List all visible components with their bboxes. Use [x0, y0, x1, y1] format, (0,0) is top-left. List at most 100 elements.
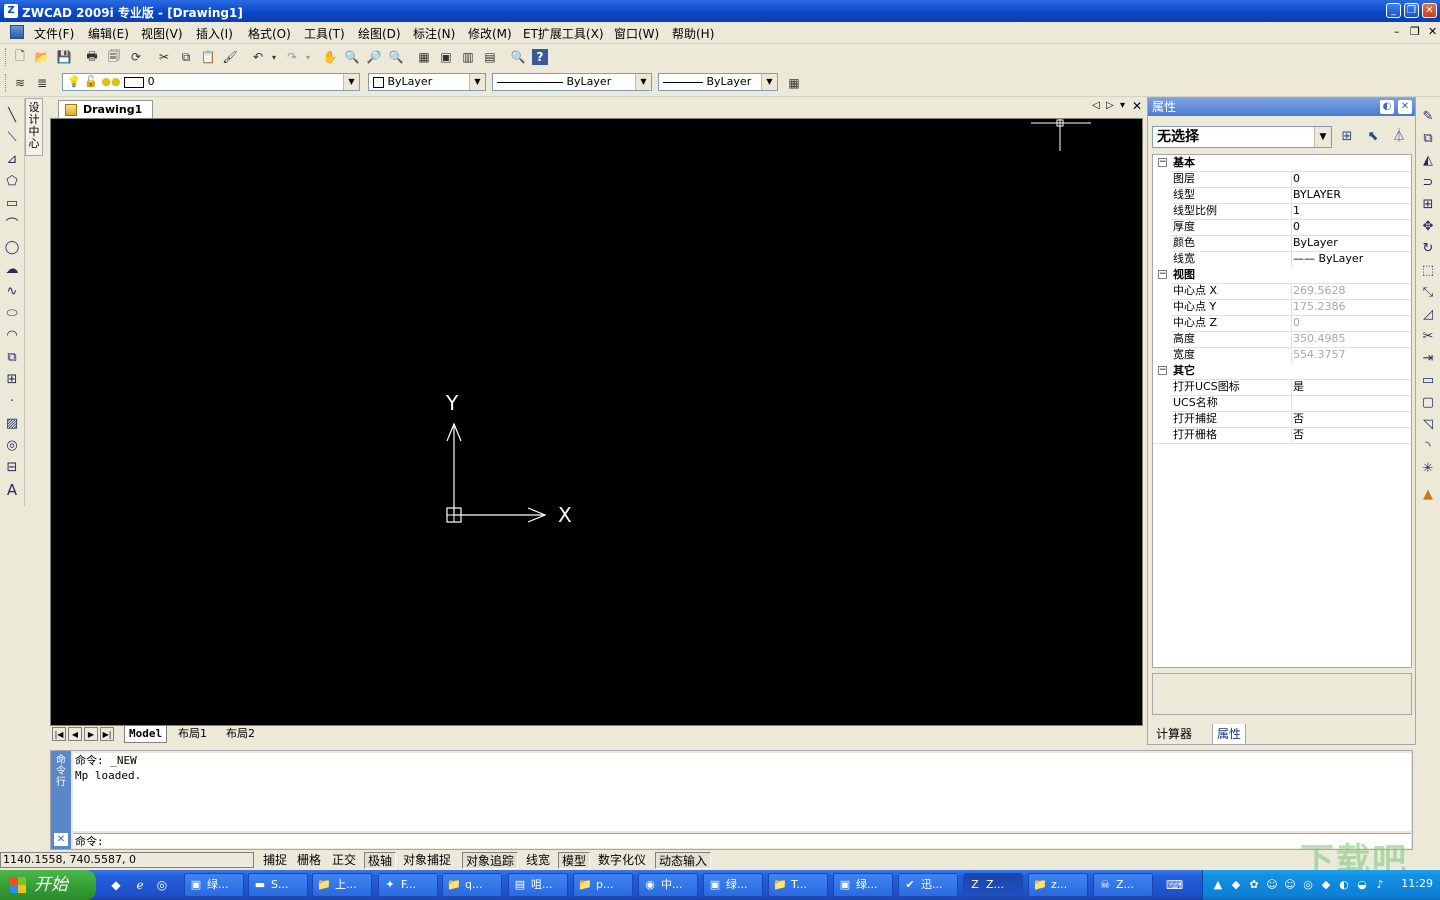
copy-icon[interactable]: ⧉ [178, 49, 194, 65]
taskbar-item-active[interactable]: Z Z... [963, 873, 1023, 897]
break-icon[interactable]: ▢ [1420, 395, 1436, 411]
keyboard-icon[interactable]: ⌨ [1166, 877, 1183, 893]
explode-icon[interactable]: ✳ [1420, 461, 1436, 477]
polyline-icon[interactable]: ⊿ [4, 152, 20, 168]
linetype-combo[interactable]: ByLayer ▼ [492, 73, 652, 91]
property-value[interactable]: —— ByLayer [1293, 251, 1411, 267]
line-icon[interactable]: ╲ [4, 108, 20, 124]
taskbar-item[interactable]: ☠ Z... [1093, 873, 1153, 897]
undo-dropdown-icon[interactable]: ▾ [266, 49, 282, 65]
menu-edit[interactable]: 编辑(E) [88, 25, 129, 42]
command-window-close-icon[interactable]: ✕ [54, 833, 68, 846]
property-value[interactable]: ByLayer [1293, 235, 1411, 251]
tab-scroll-left-icon[interactable]: ◁ [1092, 100, 1100, 111]
spline-icon[interactable]: ∿ [4, 284, 20, 300]
panel-close-icon[interactable]: ✕ [1398, 100, 1412, 114]
lengthen-icon[interactable]: ◿ [1420, 307, 1436, 323]
mirror-icon[interactable]: ◭ [1420, 153, 1436, 169]
taskbar-item[interactable]: ▣ 绿... [703, 873, 763, 897]
circle-icon[interactable]: ◯ [4, 240, 20, 256]
taskbar-item[interactable]: ◉ 中... [638, 873, 698, 897]
taskbar-item[interactable]: ▬ S... [248, 873, 308, 897]
point-icon[interactable]: · [4, 394, 20, 410]
new-file-icon[interactable]: 🗋 [12, 49, 28, 65]
taskbar-item[interactable]: ✦ F... [378, 873, 438, 897]
menu-dimension[interactable]: 标注(N) [413, 25, 455, 42]
snap-toggle[interactable]: 捕捉 [260, 852, 290, 869]
polar-toggle[interactable]: 极轴 [364, 852, 397, 869]
chevron-down-icon[interactable]: ▼ [469, 74, 485, 90]
property-row[interactable]: 打开栅格否 [1153, 427, 1411, 444]
chevron-down-icon[interactable]: ▼ [635, 74, 651, 90]
property-row[interactable]: 线型 BYLAYER [1153, 187, 1411, 204]
close-button[interactable]: ✕ [1422, 3, 1437, 18]
otrack-toggle[interactable]: 对象追踪 [462, 852, 519, 869]
selection-combo[interactable]: 无选择 ▼ [1152, 126, 1332, 148]
stretch-icon[interactable]: ⤡ [1420, 285, 1436, 301]
command-window-grip[interactable]: 命令行 ✕ [51, 751, 71, 849]
tray-network-icon[interactable]: ◒ [1355, 878, 1369, 892]
first-tab-icon[interactable]: |◀ [52, 727, 66, 741]
property-value[interactable]: 是 [1293, 379, 1411, 395]
tray-app-icon[interactable]: ◎ [1301, 878, 1315, 892]
property-row[interactable]: 打开UCS图标是 [1153, 379, 1411, 396]
ellipse-arc-icon[interactable]: ◠ [4, 328, 20, 344]
properties-title-bar[interactable]: 属性 ◐ ✕ [1148, 98, 1415, 116]
mdi-restore-button[interactable]: ❐ [1410, 25, 1420, 38]
clock[interactable]: 11:29 [1401, 877, 1433, 890]
help-icon[interactable]: ? [532, 49, 548, 65]
design-center-icon[interactable]: ▣ [438, 49, 454, 65]
region-icon[interactable]: ◎ [4, 438, 20, 454]
fillet-icon[interactable]: ◝ [1420, 439, 1436, 455]
prev-tab-icon[interactable]: ◀ [68, 727, 82, 741]
zwcad-app-icon[interactable]: Z [4, 4, 18, 18]
tab-close-icon[interactable]: ✕ [1132, 99, 1142, 113]
taskbar-item[interactable]: ▤ 咀... [508, 873, 568, 897]
tray-app-icon[interactable]: ◆ [1319, 878, 1333, 892]
taskbar-item[interactable]: 📁 p... [573, 873, 633, 897]
auto-hide-icon[interactable]: ◐ [1380, 100, 1394, 114]
restore-button[interactable]: ❐ [1404, 3, 1419, 18]
quick-select-icon[interactable]: ⏃ [1390, 128, 1408, 146]
match-properties-icon[interactable]: 🖌 [222, 49, 238, 65]
tray-app-icon[interactable]: ◐ [1337, 878, 1351, 892]
property-row[interactable]: 打开捕捉否 [1153, 411, 1411, 428]
zoom-window-icon[interactable]: 🔎 [366, 49, 382, 65]
dynamic-input-toggle[interactable]: 动态输入 [655, 852, 712, 869]
start-button[interactable]: 开始 [0, 870, 96, 900]
layer-previous-icon[interactable]: ≣ [34, 75, 50, 91]
chevron-down-icon[interactable]: ▼ [761, 74, 777, 90]
taskbar-item[interactable]: 📁 上... [312, 873, 372, 897]
color-combo[interactable]: ByLayer ▼ [368, 73, 486, 91]
construction-line-icon[interactable]: ⟍ [4, 130, 20, 146]
minimize-button[interactable]: _ [1386, 3, 1401, 18]
menu-modify[interactable]: 修改(M) [468, 25, 512, 42]
zoom-realtime-icon[interactable]: 🔍 [344, 49, 360, 65]
quicklaunch-app-icon[interactable]: ◆ [108, 877, 124, 893]
arc-icon[interactable]: ⌒ [4, 218, 20, 234]
trim-icon[interactable]: ✂ [1420, 329, 1436, 345]
tab-calculator[interactable]: 计算器 [1152, 724, 1196, 744]
undo-icon[interactable]: ↶ [250, 49, 266, 65]
pan-icon[interactable]: ✋ [322, 49, 338, 65]
property-value[interactable]: 1 [1293, 203, 1411, 219]
move-icon[interactable]: ✥ [1420, 219, 1436, 235]
property-value[interactable]: 0 [1293, 171, 1411, 187]
property-value[interactable]: 否 [1293, 427, 1411, 443]
tab-model[interactable]: Model [124, 726, 168, 743]
table-icon[interactable]: ⊟ [4, 460, 20, 476]
copy-object-icon[interactable]: ⧉ [1420, 131, 1436, 147]
menu-format[interactable]: 格式(O) [248, 25, 291, 42]
quicklaunch-ie-icon[interactable]: ℯ [132, 877, 148, 893]
paste-icon[interactable]: 📋 [200, 49, 216, 65]
tab-scroll-right-icon[interactable]: ▷ [1106, 100, 1114, 111]
polygon-icon[interactable]: ⬠ [4, 174, 20, 190]
layer-combo[interactable]: 💡 🔓 ●● 0 ▼ [62, 73, 360, 91]
property-category[interactable]: − 其它 [1153, 363, 1411, 380]
rotate-icon[interactable]: ↻ [1420, 241, 1436, 257]
chamfer-icon[interactable]: ◹ [1420, 417, 1436, 433]
menu-view[interactable]: 视图(V) [141, 25, 183, 42]
property-row[interactable]: 图层 0 [1153, 171, 1411, 188]
print-preview-icon[interactable]: 🗐 [106, 49, 122, 65]
taskbar-item[interactable]: 📁 q... [442, 873, 502, 897]
